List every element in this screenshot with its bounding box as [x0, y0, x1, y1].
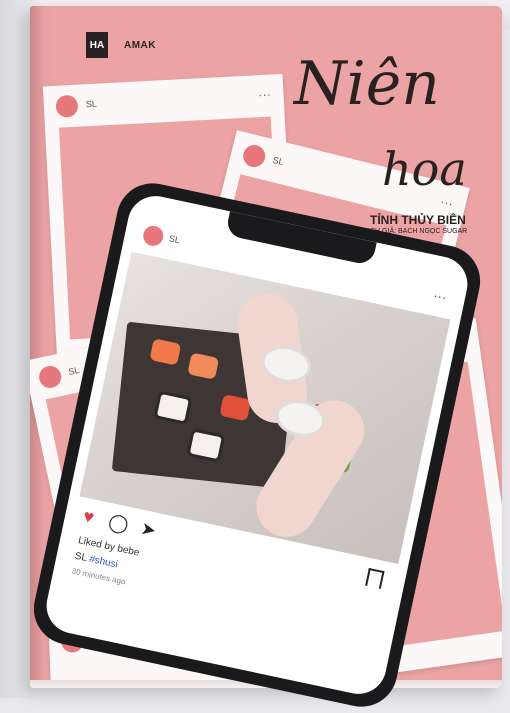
- more-icon: ...: [258, 84, 272, 100]
- bookmark-icon[interactable]: [365, 567, 385, 589]
- frame-handle: SL: [85, 98, 98, 110]
- comment-icon[interactable]: ◯: [107, 511, 131, 535]
- frame-handle: SL: [67, 364, 81, 377]
- caption-hashtag[interactable]: #shusi: [88, 554, 119, 571]
- avatar-icon: [240, 142, 268, 170]
- book-title: Niên: [294, 49, 440, 119]
- avatar-icon: [37, 363, 64, 391]
- publisher-logo-icon: HA: [86, 32, 108, 58]
- caption-user: SL: [73, 550, 88, 564]
- author-name: TỈNH THỦY BIÊN: [370, 213, 466, 227]
- post-time: 30 minutes ago: [70, 566, 127, 587]
- phone-screen: SL ... ♥ ◯ ➤ Liked by bebe SL #shusi 30 …: [41, 190, 473, 700]
- post-handle: SL: [168, 233, 181, 246]
- avatar-icon: [141, 223, 166, 248]
- book-title-line2: hoa: [382, 142, 467, 196]
- frame-handle: SL: [271, 154, 285, 168]
- avatar-icon: [55, 94, 79, 118]
- publisher-name: AMAK: [124, 40, 156, 51]
- post-actions: ♥ ◯ ➤: [81, 506, 158, 542]
- share-icon[interactable]: ➤: [139, 518, 158, 541]
- more-icon: ...: [433, 285, 449, 303]
- heart-icon[interactable]: ♥: [81, 506, 96, 528]
